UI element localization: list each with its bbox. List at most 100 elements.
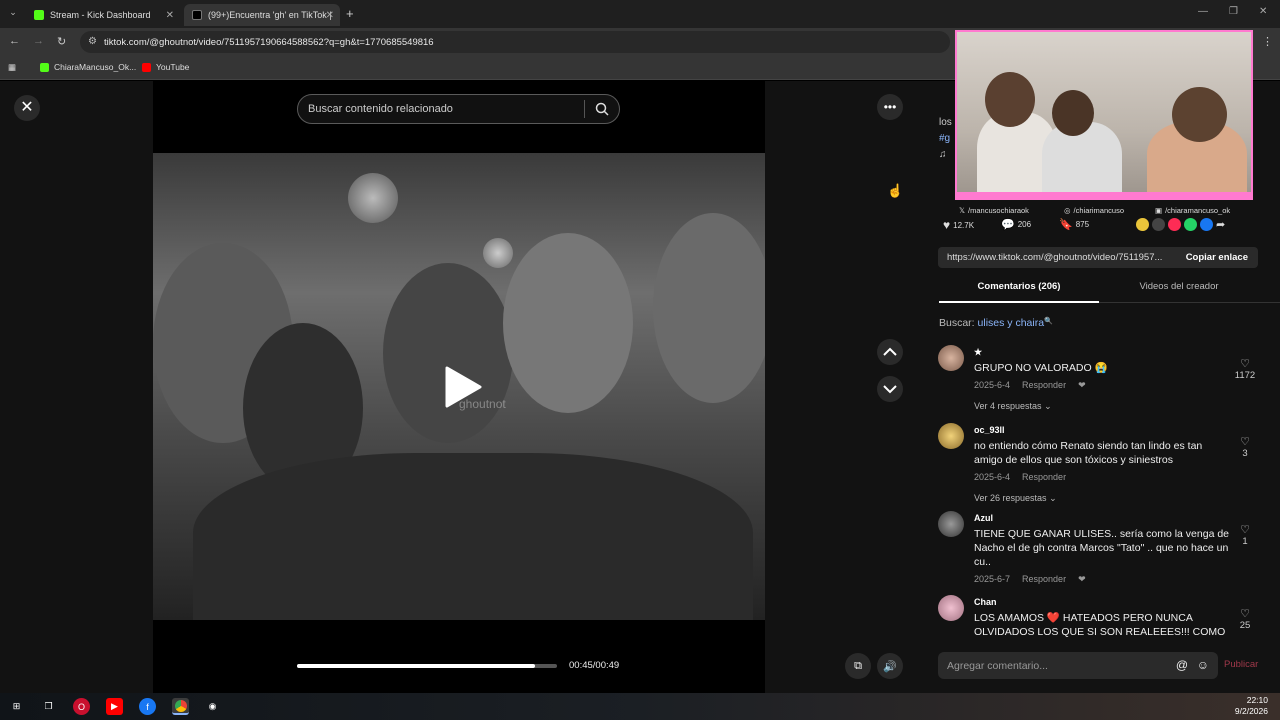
hashtag-link[interactable]: #g — [939, 131, 952, 147]
reply-button[interactable]: Responder — [1022, 574, 1066, 584]
task-view-icon[interactable]: ❒ — [40, 698, 57, 715]
avatar[interactable] — [938, 595, 964, 621]
emoji-icon[interactable]: ☺ — [1197, 658, 1209, 672]
close-video-button[interactable]: ✕ — [14, 95, 40, 121]
obs-icon[interactable]: ◉ — [204, 698, 221, 715]
heart-icon: ♡ — [1240, 608, 1250, 620]
volume-icon[interactable]: 🔊 — [877, 653, 903, 679]
system-clock[interactable]: 22:10 9/2/2026 — [1235, 695, 1268, 717]
windows-start-icon[interactable]: ⊞ — [8, 698, 25, 715]
comment-username[interactable]: Chan — [974, 595, 1230, 609]
minimize-icon[interactable]: — — [1198, 6, 1208, 17]
close-tab-icon[interactable]: ✕ — [326, 10, 334, 21]
tab-creator-videos[interactable]: Videos del creador — [1099, 281, 1259, 303]
mouse-cursor-icon: ☝ — [887, 183, 904, 198]
browser-tab-tiktok[interactable]: (99+)Encuentra 'gh' en TikTok | ✕ — [184, 4, 340, 26]
creator-liked-icon: ❤ — [1078, 574, 1086, 584]
chrome-icon[interactable] — [172, 698, 189, 715]
url-text: tiktok.com/@ghoutnot/video/7511957190664… — [104, 36, 434, 48]
heart-icon: ♡ — [1240, 358, 1250, 370]
comment-like-button[interactable]: ♡ 1172 — [1232, 357, 1258, 381]
avatar[interactable] — [938, 345, 964, 371]
bookmark-youtube[interactable]: YouTube — [142, 62, 189, 72]
facebook-icon[interactable] — [1200, 218, 1213, 231]
add-comment-input[interactable]: Agregar comentario... @ ☺ — [938, 652, 1218, 679]
comment-like-count: 1 — [1242, 536, 1248, 547]
comment-like-button[interactable]: ♡ 25 — [1232, 607, 1258, 631]
previous-video-button[interactable] — [877, 339, 903, 365]
comment-text: GRUPO NO VALORADO 😭 — [974, 362, 1108, 374]
x-logo-icon: 𝕏 — [959, 206, 966, 215]
comment-item: ★ GRUPO NO VALORADO 😭 2025-6-4 Responder ❤… — [938, 345, 1258, 411]
kick-icon — [40, 62, 49, 72]
more-options-icon[interactable]: ••• — [877, 94, 903, 120]
reload-icon[interactable]: ↻ — [57, 35, 66, 48]
new-tab-button[interactable]: + — [346, 6, 354, 21]
reply-button[interactable]: Responder — [1022, 380, 1066, 390]
disco-ball — [348, 173, 398, 223]
avatar[interactable] — [938, 511, 964, 537]
comment-username[interactable]: ★ — [974, 345, 1230, 359]
comment-item: oc_93ll no entiendo cómo Renato siendo t… — [938, 423, 1258, 503]
comment-date: 2025-6-4 — [974, 472, 1011, 482]
comment-count: 206 — [1017, 220, 1032, 229]
chevron-down-icon: ⌄ — [1044, 401, 1052, 411]
related-search-input[interactable]: Buscar contenido relacionado — [297, 94, 620, 124]
comment-text: TIENE QUE GANAR ULISES.. sería como la v… — [974, 528, 1230, 568]
tab-comments[interactable]: Comentarios (206) — [939, 281, 1099, 303]
heart-icon: ♡ — [1240, 436, 1250, 448]
progress-bar[interactable] — [297, 664, 557, 668]
like-button[interactable]: ♥ 12.7K — [943, 218, 974, 232]
youtube-icon — [142, 62, 151, 72]
send-icon[interactable] — [1168, 218, 1181, 231]
url-field[interactable]: ⚙ tiktok.com/@ghoutnot/video/75119571906… — [80, 31, 950, 53]
tiktok-icon — [192, 10, 202, 20]
search-query-link[interactable]: ulises y chaira — [978, 317, 1045, 329]
close-window-icon[interactable]: ✕ — [1259, 6, 1267, 17]
save-button[interactable]: 🔖 875 — [1059, 218, 1089, 231]
comment-username[interactable]: oc_93ll — [974, 423, 1230, 437]
publish-button[interactable]: Publicar — [1224, 659, 1258, 670]
embed-icon[interactable] — [1152, 218, 1165, 231]
browser-tab-kick[interactable]: Stream - Kick Dashboard ✕ — [26, 4, 180, 26]
mention-icon[interactable]: @ — [1176, 658, 1188, 672]
apps-icon[interactable]: ▦ — [8, 62, 16, 73]
avatar[interactable] — [938, 423, 964, 449]
comment-button[interactable]: 💬 206 — [1001, 218, 1031, 231]
tab-search-button[interactable]: ⌄ — [6, 7, 20, 21]
view-replies-button[interactable]: Ver 26 respuestas ⌄ — [974, 491, 1230, 505]
head-middle — [1052, 90, 1094, 136]
save-count: 875 — [1075, 220, 1090, 229]
tab-title: (99+)Encuentra 'gh' en TikTok | — [208, 10, 332, 20]
search-suggestion[interactable]: Buscar: ulises y chaira🔍 — [939, 317, 1053, 329]
back-icon[interactable]: ← — [9, 35, 20, 47]
share-arrow-icon[interactable]: ➦ — [1216, 218, 1225, 231]
maximize-icon[interactable]: ❐ — [1229, 6, 1238, 17]
coin-icon[interactable] — [1136, 218, 1149, 231]
view-replies-button[interactable]: Ver 4 respuestas ⌄ — [974, 399, 1230, 413]
like-count: 12.7K — [953, 220, 975, 230]
browser-menu-icon[interactable]: ⋮ — [1262, 35, 1273, 48]
close-tab-icon[interactable]: ✕ — [166, 10, 174, 21]
reply-button[interactable]: Responder — [1022, 472, 1066, 482]
kick-icon: ▣ — [1155, 206, 1163, 215]
chevron-up-icon — [883, 347, 897, 356]
comment-like-button[interactable]: ♡ 1 — [1232, 523, 1258, 547]
bookmark-kick[interactable]: ChiaraMancuso_Ok... — [40, 62, 136, 72]
person-silhouette — [383, 263, 513, 443]
comment-like-button[interactable]: ♡ 3 — [1232, 435, 1258, 459]
whatsapp-icon[interactable] — [1184, 218, 1197, 231]
floating-player-icon[interactable]: ⧉ — [845, 653, 871, 679]
opera-icon[interactable]: O — [73, 698, 90, 715]
comment-like-count: 1172 — [1234, 370, 1256, 381]
forward-icon[interactable]: → — [33, 35, 44, 47]
creator-description: los #g ♫ — [939, 115, 952, 163]
next-video-button[interactable] — [877, 376, 903, 402]
comment-username[interactable]: Azul — [974, 511, 1230, 525]
video-frame[interactable]: ghoutnot — [153, 153, 765, 620]
site-info-icon[interactable]: ⚙ — [88, 36, 97, 47]
facebook-icon[interactable]: f — [139, 698, 156, 715]
search-icon[interactable] — [595, 102, 609, 116]
copy-link-button[interactable]: Copiar enlace — [1186, 252, 1248, 263]
youtube-icon[interactable]: ▶ — [106, 698, 123, 715]
